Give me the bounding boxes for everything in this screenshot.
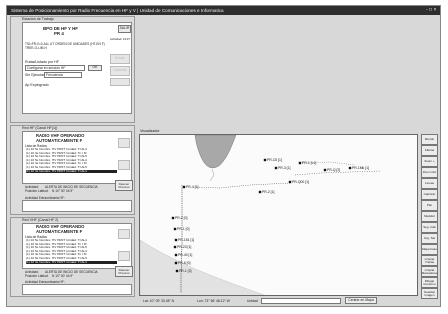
radio-group1-position-label: Posición Latitud: bbox=[25, 189, 49, 193]
side-button-14[interactable]: Dibujar Contorno bbox=[421, 277, 438, 288]
map-marker-label: PR-40 [1] bbox=[178, 253, 192, 257]
map-marker-label: PR-2 [0] bbox=[175, 216, 187, 220]
radio-group2-heading2: AUTOMATICAMENTE F bbox=[36, 229, 83, 234]
map-marker[interactable] bbox=[298, 161, 302, 165]
cancel-button[interactable]: Cancelar bbox=[110, 66, 130, 76]
map-marker-label: PR-1 [L1] bbox=[302, 161, 316, 165]
window-controls[interactable]: - □ × bbox=[426, 7, 438, 13]
longitude-readout: Lon: 73° 56' 48.12" W bbox=[197, 299, 230, 303]
map-marker[interactable] bbox=[171, 216, 175, 220]
station-section-title: Estación de Trabajo bbox=[22, 17, 54, 21]
map-marker[interactable] bbox=[173, 227, 177, 231]
list-item-selected[interactable]: (1) 10 3e Nombre: HV HRFT Unidad: T=AL4 bbox=[26, 260, 117, 265]
radio-group2-stop-button[interactable]: Detener Proceso bbox=[115, 266, 133, 277]
map-marker-label: PR-1 [3] bbox=[179, 269, 191, 273]
window-title: Sistema de Posicionamiento por Radio Fre… bbox=[7, 6, 440, 15]
land-mass bbox=[194, 135, 237, 169]
radio-group1-side-button[interactable] bbox=[118, 138, 130, 148]
map-label: Visualizador bbox=[140, 129, 160, 133]
track-lines bbox=[180, 161, 381, 293]
map-marker-label: PR-Q [2] bbox=[327, 168, 340, 172]
send-button[interactable]: Enviar bbox=[110, 54, 130, 64]
map-marker-label: PR-Q00 [1] bbox=[292, 180, 309, 184]
map-marker[interactable] bbox=[175, 269, 179, 273]
side-button-5[interactable]: Líneas bbox=[421, 178, 438, 189]
side-button-3[interactable]: Zoom + bbox=[421, 156, 438, 167]
map-svg: PR-C5 [1] PR-1 [L1] PR-3 [1] PR-1Mk [1] PR-Q… bbox=[140, 135, 381, 295]
track-line bbox=[194, 182, 291, 189]
radio-group1-list[interactable]: (1) 10 5e Nombre: HV HRFT Unidad: T=AL4 … bbox=[25, 148, 117, 174]
sort-label: Sin Ejecutar bbox=[25, 73, 45, 77]
radio-group1-extra-box bbox=[22, 200, 132, 212]
map-marker[interactable] bbox=[174, 253, 178, 257]
map-canvas[interactable]: PR-C5 [1] PR-1 [L1] PR-3 [1] PR-1Mk [1] PR-Q… bbox=[139, 134, 418, 296]
radio-group1-stop-button[interactable]: Detener Proceso bbox=[115, 180, 133, 191]
coastline bbox=[209, 168, 215, 182]
map-marker[interactable] bbox=[258, 190, 262, 194]
radio-group2-side-button[interactable] bbox=[118, 251, 130, 261]
map-marker[interactable] bbox=[173, 245, 177, 249]
sort-select[interactable]: Frecuencia bbox=[44, 72, 82, 78]
map-marker-label: PR-4 [1] bbox=[186, 185, 198, 189]
frequency-ok-button[interactable]: OK bbox=[88, 65, 102, 71]
map-marker[interactable] bbox=[348, 166, 352, 170]
map-marker-label: PR-1Mk [1] bbox=[352, 166, 369, 170]
side-button-11[interactable]: Mapa base bbox=[421, 244, 438, 255]
station-name-line2: PR 4 bbox=[54, 31, 64, 36]
radio-group2-extra-box bbox=[22, 284, 132, 295]
station-info-line2: TREE-O-LIM-H bbox=[25, 46, 47, 50]
radio-group2-side-button[interactable] bbox=[118, 229, 130, 239]
latitude-readout: Lat: 10° 09' 33.45" N bbox=[143, 299, 175, 303]
map-points: PR-C5 [1] PR-1 [L1] PR-3 [1] PR-1Mk [1] PR-Q… bbox=[171, 158, 369, 273]
radio-group2-position-label: Posición Latitud: bbox=[25, 274, 49, 278]
side-button-1[interactable]: Mundo bbox=[421, 134, 438, 145]
frequency-select[interactable]: Configurar en sección HF bbox=[25, 65, 85, 71]
status-bar: Lat: 10° 09' 33.45" N Lon: 73° 56' 48.12… bbox=[139, 297, 438, 305]
side-button-9[interactable]: Seg. Cab bbox=[421, 222, 438, 233]
map-marker-label: PR-2 [1] bbox=[262, 190, 274, 194]
radio-group2-title: Red VHF (Canal HF 2) bbox=[22, 218, 59, 222]
map-marker[interactable] bbox=[288, 180, 292, 184]
frequency-section-title: Rutas/Listado por HF bbox=[25, 60, 59, 64]
list-item-selected[interactable]: (1) 10 3e Nombre: HV HRFT Unidad: T=AL4 bbox=[26, 169, 117, 174]
side-button-12[interactable]: Limpiar Trazas bbox=[421, 255, 438, 266]
center-map-button[interactable]: Centrar en Mapa bbox=[345, 297, 377, 304]
map-marker[interactable] bbox=[174, 238, 178, 242]
side-button-2[interactable]: Fátima bbox=[421, 145, 438, 156]
radio-group1-heading2: AUTOMATICAMENTE F bbox=[36, 138, 83, 143]
unit-label: Unidad bbox=[247, 299, 258, 303]
map-marker[interactable] bbox=[174, 261, 178, 265]
map-marker[interactable] bbox=[274, 166, 278, 170]
side-button-8[interactable]: Medidor bbox=[421, 211, 438, 222]
blank-button[interactable] bbox=[110, 78, 130, 86]
radio-group1-position-value: N 10° 00' 44.9" bbox=[52, 189, 74, 193]
side-button-6[interactable]: Capturar bbox=[421, 189, 438, 200]
map-marker-label: PR-C5 [1] bbox=[267, 158, 282, 162]
side-button-7[interactable]: Pan bbox=[421, 200, 438, 211]
map-marker-label: PR-23 [1] bbox=[177, 245, 191, 249]
map-marker-label: PR-151 [1] bbox=[178, 238, 194, 242]
map-marker[interactable] bbox=[323, 168, 327, 172]
radio-group2-list[interactable]: (1) 10 5e Nombre: HV HRFT Unidad: T=AL4 … bbox=[25, 239, 117, 265]
map-marker[interactable] bbox=[182, 185, 186, 189]
side-button-10[interactable]: Img. Sat bbox=[421, 233, 438, 244]
map-marker-label: PR-6 [0] bbox=[178, 261, 190, 265]
unit-select[interactable] bbox=[261, 298, 341, 304]
side-button-13[interactable]: Limpiar Marcadores bbox=[421, 266, 438, 277]
station-status-text: Ap Expingrado bbox=[25, 83, 49, 87]
radio-group1-title: Red HF (Canal HF(1)) bbox=[22, 126, 58, 130]
map-marker[interactable] bbox=[263, 158, 267, 162]
land-mass bbox=[140, 239, 265, 295]
map-marker-label: PR-3 [1] bbox=[278, 166, 290, 170]
station-activity-label: Actividad: 19:07 bbox=[110, 37, 130, 41]
map-marker-label: PR-1 [0] bbox=[177, 227, 189, 231]
exit-button[interactable]: SALIR bbox=[118, 25, 131, 33]
radio-group2-position-value: N 10° 00' 44.9" bbox=[52, 274, 74, 278]
radio-group1-side-button[interactable] bbox=[118, 160, 130, 170]
side-button-4[interactable]: Zoom Out bbox=[421, 167, 438, 178]
